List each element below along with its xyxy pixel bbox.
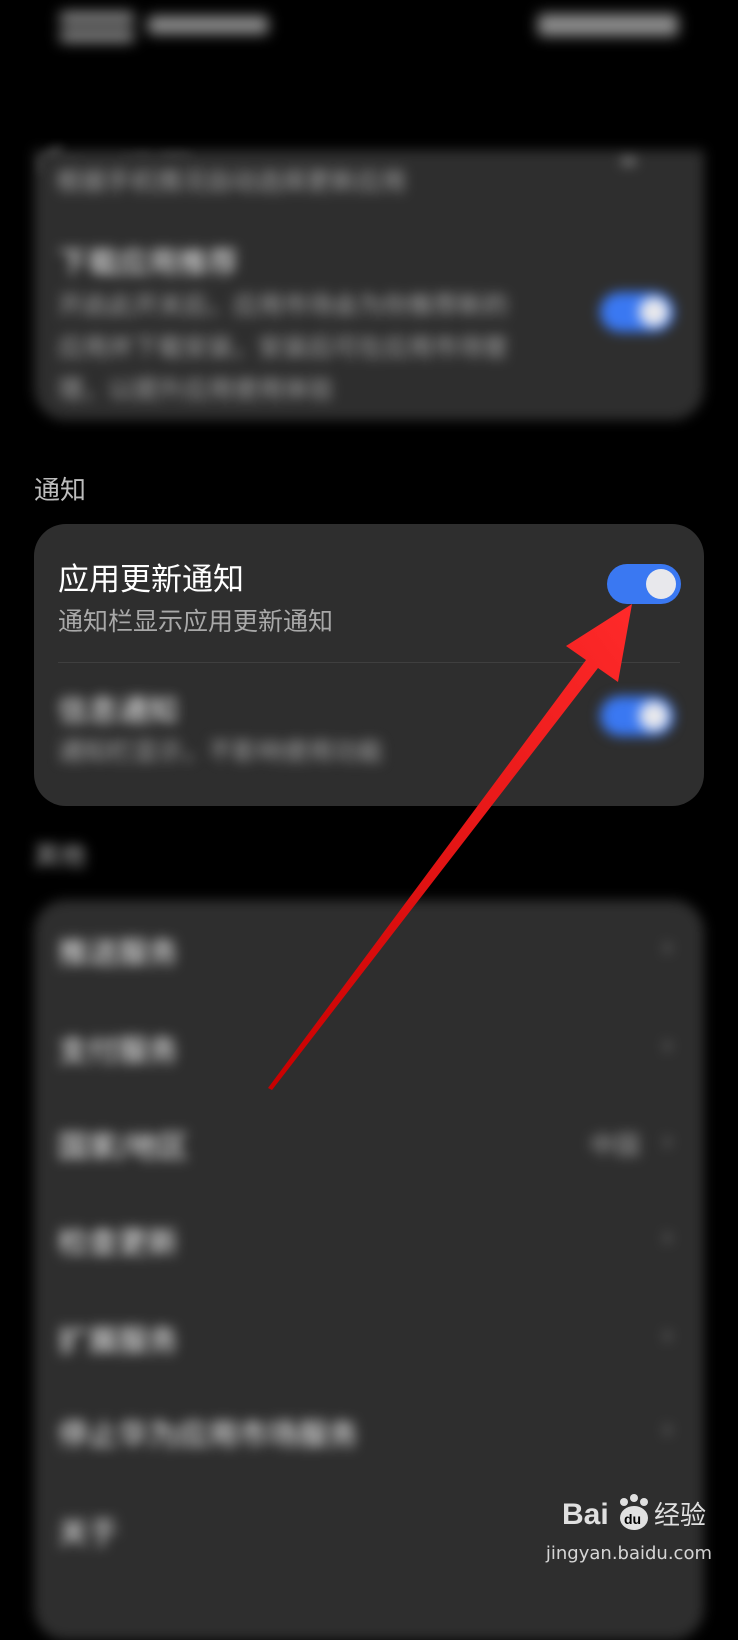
download-recommend-card: 根据手机情况自动选择更新应用 下载应用推荐 开启此开关后，应用市场会为你推荐新的… bbox=[34, 150, 704, 420]
toggle-knob bbox=[646, 569, 676, 599]
info-notification-toggle[interactable] bbox=[600, 696, 674, 736]
list-item-about[interactable]: 关于 bbox=[58, 1508, 118, 1552]
app-update-notification-title: 应用更新通知 bbox=[58, 562, 244, 598]
list-item-stop-service[interactable]: 停止华为应用市场服务 bbox=[58, 1410, 358, 1454]
network-icon bbox=[60, 30, 134, 42]
signal-icon bbox=[60, 12, 134, 24]
app-update-notification-subtitle: 通知栏显示应用更新通知 bbox=[58, 607, 334, 636]
chevron-right-icon: › bbox=[662, 1318, 674, 1351]
chevron-right-icon: › bbox=[662, 1220, 674, 1253]
chevron-right-icon: › bbox=[662, 1412, 674, 1445]
list-item-extension-service[interactable]: 扩展服务 bbox=[58, 1316, 178, 1360]
battery-icon bbox=[538, 14, 678, 36]
region-value: 中国 bbox=[590, 1131, 641, 1160]
chevron-right-icon: › bbox=[662, 930, 674, 963]
toggle-knob bbox=[639, 701, 669, 731]
status-indicators bbox=[148, 16, 268, 34]
section-label-notification: 通知 bbox=[34, 476, 87, 506]
status-bar bbox=[0, 0, 738, 60]
logo-sub: 经验 bbox=[654, 1501, 706, 1531]
list-item-pay-service[interactable]: 支付服务 bbox=[58, 1026, 178, 1070]
recommend-desc-line1: 开启此开关后，应用市场会为你推荐新的 bbox=[58, 291, 509, 320]
recommend-desc-line2: 应用并下载安装，安装后可在应用市场管 bbox=[58, 333, 509, 362]
info-notification-title: 信息通知 bbox=[58, 694, 178, 729]
recommend-title: 下载应用推荐 bbox=[58, 246, 238, 281]
baidu-logo-icon: Bai du 经验 bbox=[562, 1494, 706, 1531]
previous-item-description: 根据手机情况自动选择更新应用 bbox=[56, 167, 407, 196]
recommend-toggle[interactable] bbox=[600, 292, 674, 332]
recommend-desc-line3: 理，以提升应用使用体验 bbox=[58, 375, 334, 404]
app-update-notification-toggle[interactable] bbox=[607, 564, 681, 604]
toggle-knob bbox=[639, 297, 669, 327]
chevron-icon: ▬ bbox=[620, 150, 638, 171]
notification-card: 应用更新通知 通知栏显示应用更新通知 信息通知 通知栏显示，不影响使用功能 bbox=[34, 524, 704, 806]
section-label-other: 其他 bbox=[34, 842, 87, 872]
chevron-right-icon: › bbox=[662, 1124, 674, 1157]
logo-paw-text: du bbox=[624, 1511, 641, 1527]
logo-brand: Bai bbox=[562, 1498, 609, 1531]
list-item-check-update[interactable]: 检查更新 bbox=[58, 1218, 178, 1262]
list-item-push-service[interactable]: 推送服务 bbox=[58, 928, 178, 972]
chevron-right-icon: › bbox=[662, 1028, 674, 1061]
divider bbox=[58, 662, 680, 663]
watermark-url: jingyan.baidu.com bbox=[545, 1543, 712, 1564]
baidu-jingyan-watermark: Bai du 经验 jingyan.baidu.com bbox=[546, 1492, 712, 1564]
app-header: 设置 bbox=[0, 60, 738, 197]
list-item-region[interactable]: 国家/地区 bbox=[58, 1122, 188, 1166]
info-notification-subtitle: 通知栏显示，不影响使用功能 bbox=[58, 737, 384, 766]
